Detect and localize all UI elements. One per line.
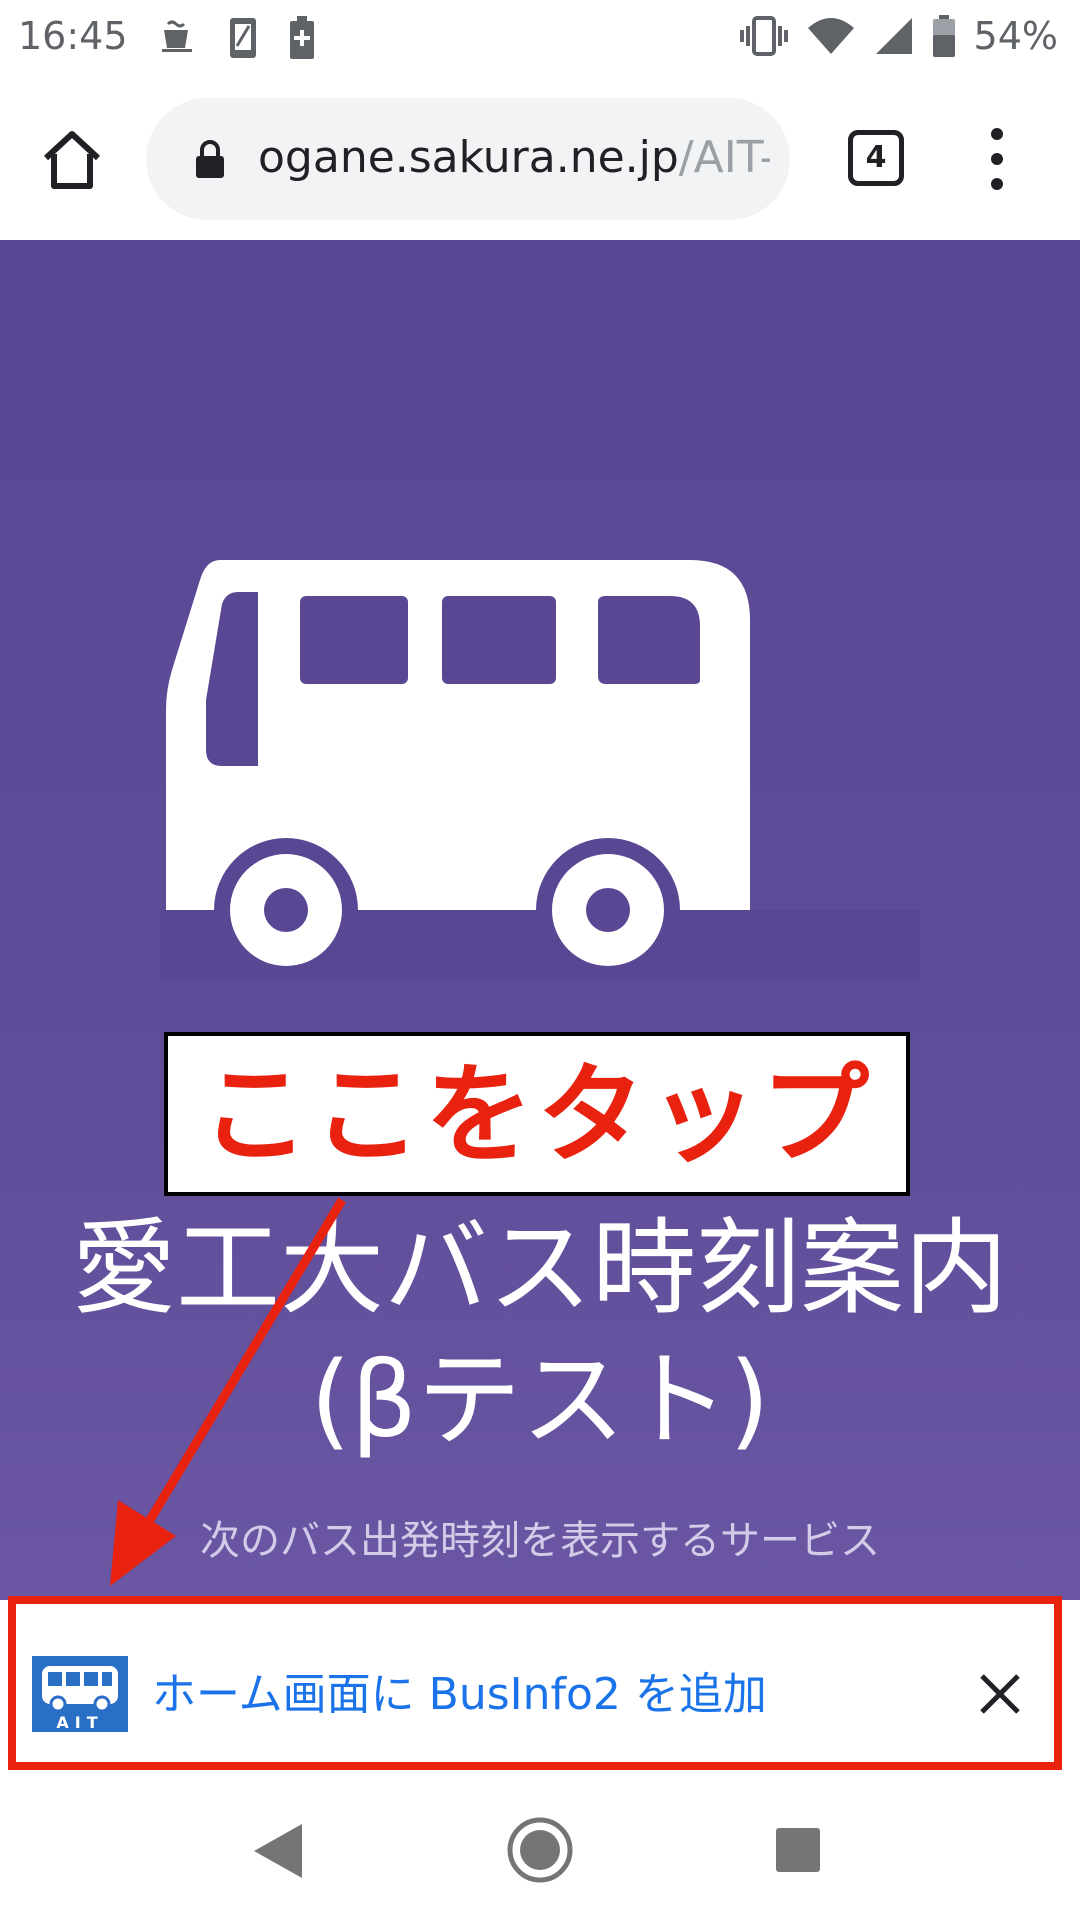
add-to-home-label[interactable]: ホーム画面に BusInfo2 を追加: [152, 1658, 767, 1722]
annotation-label: ここをタップ: [200, 1053, 873, 1178]
lock-icon: [196, 140, 224, 178]
battery-percent: 54%: [973, 14, 1058, 58]
battery-saver-icon: [290, 16, 314, 59]
page-title-line1: 愛工大バス時刻案内: [71, 1207, 1008, 1329]
home-icon[interactable]: [506, 1816, 574, 1884]
signal-icon: [875, 18, 912, 54]
address-bar[interactable]: ogane.sakura.ne.jp/AIT-: [146, 98, 790, 220]
page-subtitle: 次のバス出発時刻を表示するサービス: [200, 1518, 880, 1564]
url-path: /AIT-: [678, 132, 770, 183]
app-icon-label: AIT: [56, 1713, 103, 1732]
status-time: 16:45: [18, 14, 128, 58]
close-icon[interactable]: [976, 1670, 1024, 1718]
recents-icon[interactable]: [774, 1826, 822, 1874]
bus-icon: [160, 560, 920, 980]
battery-icon: [932, 15, 955, 57]
tab-switcher-button[interactable]: 4: [848, 130, 904, 186]
page-title-line2: (βテスト): [310, 1339, 770, 1461]
url-text[interactable]: ogane.sakura.ne.jp/AIT-: [258, 132, 770, 183]
more-menu-icon[interactable]: [982, 124, 1012, 194]
system-nav-bar: [0, 1780, 1080, 1920]
add-to-home-banner[interactable]: AIT ホーム画面に BusInfo2 を追加: [8, 1596, 1062, 1770]
sd-card-icon: [230, 18, 256, 58]
page-content: ここをタップ 愛工大バス時刻案内 (βテスト) 次のバス出発時刻を表示するサービ…: [0, 240, 1080, 1600]
cup-icon: [162, 20, 192, 52]
tap-here-annotation: ここをタップ: [164, 1032, 910, 1196]
home-button[interactable]: [40, 128, 104, 192]
status-left-icons: [158, 16, 316, 60]
vibrate-icon: [739, 16, 788, 56]
back-icon[interactable]: [252, 1822, 304, 1880]
status-right: 54%: [739, 14, 1058, 58]
url-host: ogane.sakura.ne.jp: [258, 132, 679, 183]
wifi-icon: [807, 18, 854, 54]
page-title: 愛工大バス時刻案内 (βテスト): [0, 1202, 1080, 1466]
browser-toolbar: ogane.sakura.ne.jp/AIT- 4: [0, 80, 1080, 240]
app-icon: AIT: [32, 1656, 128, 1732]
status-bar: 16:45 54%: [0, 0, 1080, 80]
